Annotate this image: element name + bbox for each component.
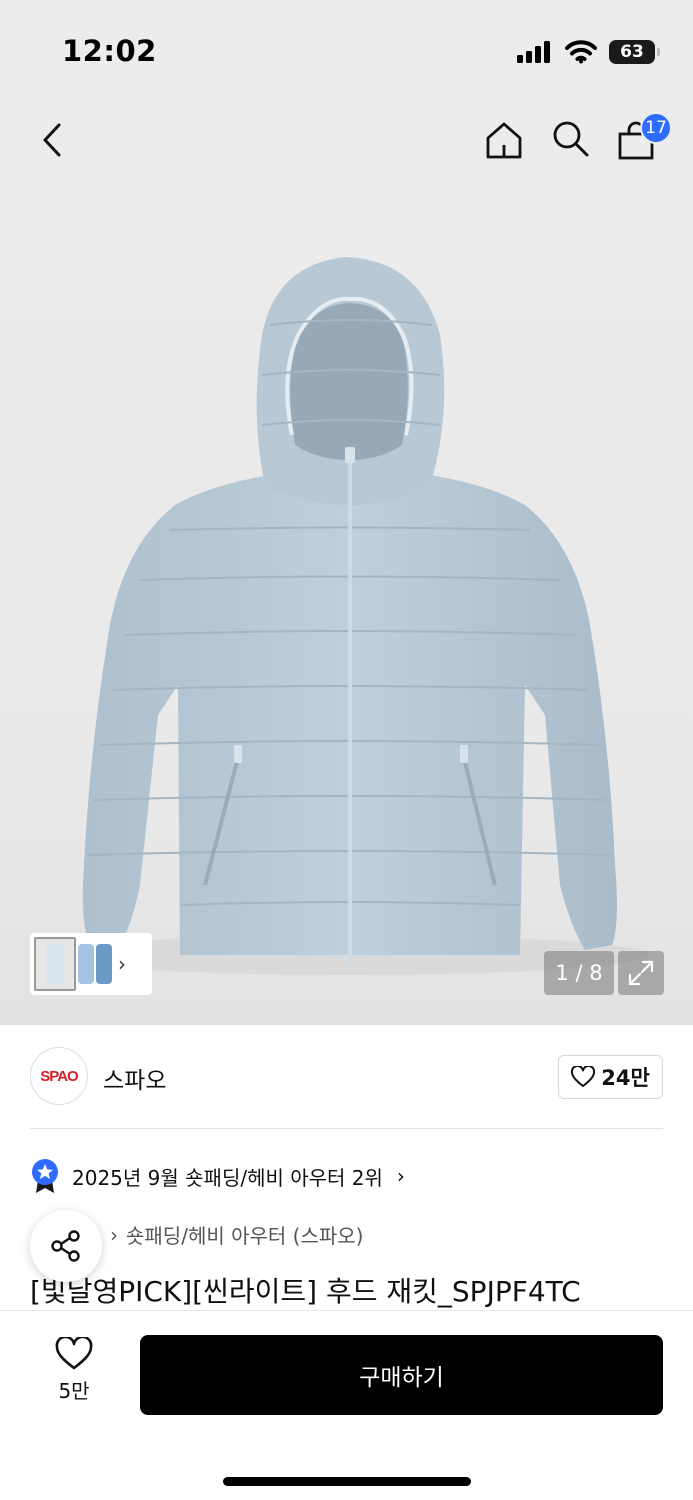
brand-like-button[interactable]: 24만 [558, 1055, 663, 1099]
thumbnail-strip[interactable]: › [30, 933, 152, 995]
fullscreen-button[interactable] [618, 951, 664, 995]
status-icons: 63 [517, 40, 660, 64]
ranking-text: 2025년 9월 숏패딩/헤비 아우터 2위 [72, 1165, 383, 1190]
expand-icon [628, 960, 654, 986]
chevron-right-icon[interactable]: › [118, 952, 126, 976]
breadcrumb-separator: › [110, 1222, 118, 1247]
brand-row: SPAO 스파오 24만 [0, 1025, 693, 1129]
heart-icon [55, 1337, 93, 1370]
home-button[interactable] [482, 118, 526, 162]
category-path[interactable]: 숏패딩/헤비 아우터 (스파오) [126, 1220, 363, 1249]
status-bar: 12:02 63 [0, 0, 693, 100]
thumbnail-jacket-image [46, 944, 64, 984]
wifi-icon [565, 40, 597, 64]
buy-button[interactable]: 구매하기 [140, 1335, 663, 1415]
heart-icon [571, 1066, 596, 1087]
thumbnail-current[interactable] [34, 937, 76, 991]
ranking-medal-icon [32, 1159, 58, 1193]
cellular-signal-icon [517, 41, 550, 63]
product-photo-jacket [50, 257, 650, 975]
brand-like-count: 24만 [601, 1066, 650, 1090]
image-counter: 1 / 8 [544, 951, 614, 995]
thumbnail-navy-jacket[interactable] [96, 944, 112, 984]
battery-indicator: 63 [609, 40, 660, 64]
search-icon [553, 121, 589, 157]
home-icon [486, 122, 522, 159]
brand-logo-text: SPAO [40, 1067, 78, 1085]
status-time: 12:02 [62, 34, 157, 68]
product-title: [빛날영PICK][씬라이트] 후드 재킷_SPJPF4TC [30, 1275, 581, 1308]
brand-logo[interactable]: SPAO [30, 1047, 88, 1105]
top-nav: 17 [0, 100, 693, 185]
wishlist-count: 5만 [58, 1379, 90, 1403]
brand-name[interactable]: 스파오 [103, 1061, 166, 1095]
share-icon [51, 1230, 80, 1262]
share-button[interactable] [30, 1210, 102, 1282]
back-button[interactable] [30, 118, 74, 162]
cart-count-badge: 17 [640, 112, 672, 144]
ranking-link[interactable]: 2025년 9월 숏패딩/헤비 아우터 2위 › [30, 1158, 405, 1194]
cart-button[interactable]: 17 [614, 112, 672, 162]
product-image-gallery[interactable]: › 1 / 8 [0, 185, 693, 1025]
search-button[interactable] [548, 116, 592, 160]
home-indicator [223, 1477, 471, 1486]
wishlist-button[interactable]: 5만 [36, 1337, 112, 1417]
chevron-left-icon [43, 123, 61, 157]
section-divider [30, 1128, 663, 1129]
bottom-action-bar: 5만 구매하기 [0, 1310, 693, 1500]
thumbnail-blue-jacket[interactable] [78, 944, 94, 984]
chevron-right-icon: › [396, 1164, 405, 1188]
